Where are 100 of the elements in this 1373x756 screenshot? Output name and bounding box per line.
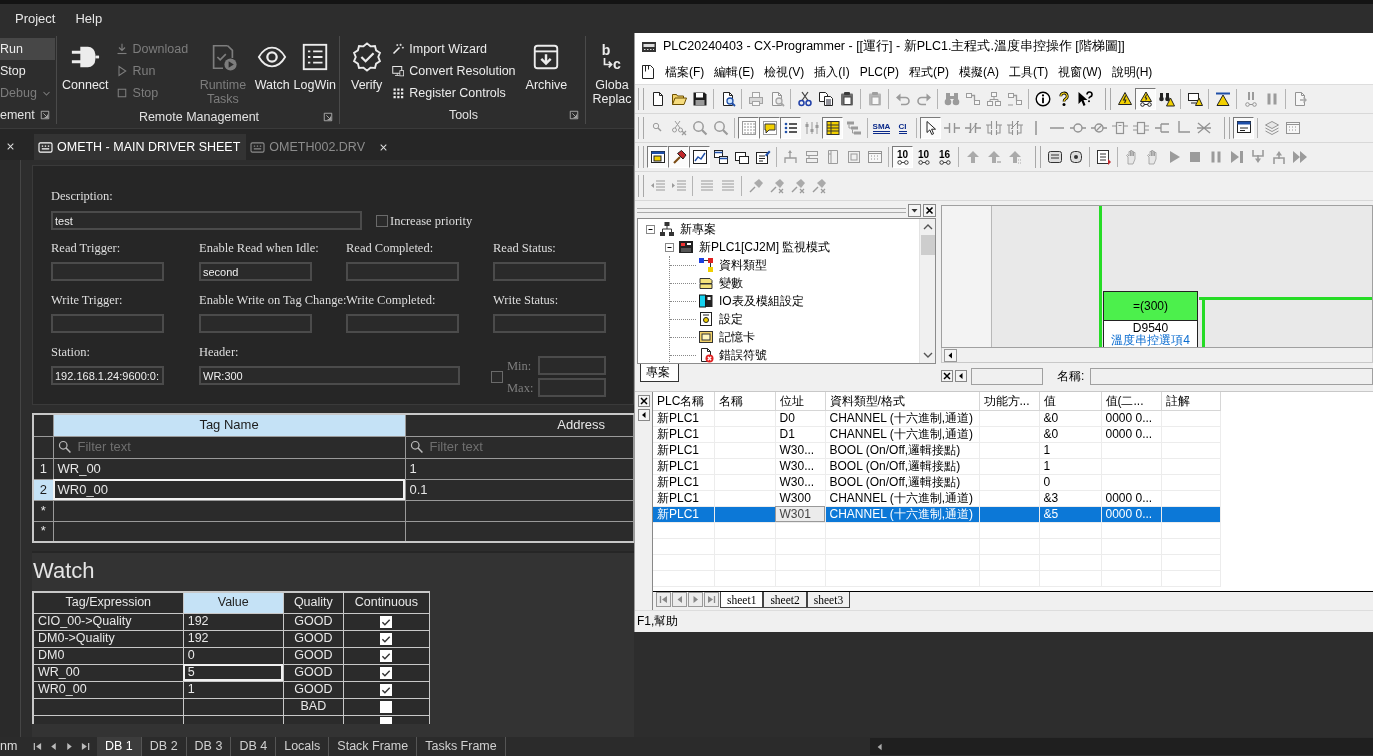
column-header[interactable]: 註解 (1161, 392, 1220, 410)
right-arrow-icon[interactable] (65, 742, 74, 751)
menu-item[interactable]: Project (5, 9, 66, 28)
close-icon[interactable] (637, 395, 650, 407)
table-cell[interactable]: 192 (183, 630, 284, 647)
text-field[interactable]: 192.168.1.24:9600:0: (51, 366, 164, 385)
warning-glasses-icon[interactable] (1135, 88, 1156, 110)
table-icon[interactable] (822, 117, 843, 139)
sheet-tab[interactable]: DB 1 (97, 737, 142, 756)
document-tab[interactable]: OMETH - MAIN DRIVER SHEET (34, 134, 247, 160)
chart-window-icon[interactable] (689, 146, 710, 168)
column-header[interactable]: 位址 (775, 392, 825, 410)
menu-item[interactable]: 檢視(V) (759, 64, 810, 80)
column-header[interactable]: Tag/Expression (33, 592, 184, 613)
menu-item[interactable]: 說明(H) (1106, 64, 1158, 80)
window-icon[interactable] (1233, 117, 1254, 139)
number-format-button[interactable]: 10 (892, 146, 913, 168)
column-header[interactable]: Quality (283, 592, 344, 613)
tree-item[interactable]: 資料類型 (719, 257, 767, 273)
column-header[interactable]: 資料類型/格式 (825, 392, 979, 410)
number-format-button[interactable]: 10 (913, 146, 934, 168)
first-arrow-icon[interactable] (33, 742, 42, 751)
text-field[interactable]: second (199, 262, 312, 281)
toolbar-grip[interactable] (1224, 117, 1230, 139)
panel-tab[interactable]: nm (0, 739, 33, 754)
ribbon-button[interactable]: Stop (0, 60, 55, 82)
ribbon-button[interactable]: b c Globa Replac (592, 38, 632, 108)
ribbon-button[interactable]: Import Wizard (388, 38, 520, 60)
table-row[interactable]: 新PLC1 W301 CHANNEL (十六進制,通道) &5 0000 0... (653, 506, 1220, 522)
close-icon[interactable] (923, 204, 936, 217)
close-icon[interactable] (941, 370, 953, 382)
left-arrow-icon[interactable] (876, 742, 884, 751)
toolbar-grip[interactable] (1035, 146, 1041, 168)
scroll-thumb[interactable] (920, 235, 935, 255)
sheet-tab[interactable]: Locals (276, 737, 330, 756)
text-field[interactable] (346, 262, 459, 281)
row-header[interactable]: 1 (33, 458, 53, 479)
filter-field[interactable]: Filter text (77, 439, 401, 455)
sheet-tab[interactable]: sheet1 (720, 592, 764, 608)
horizontal-scrollbar[interactable] (870, 738, 1373, 755)
column-header[interactable]: 功能方... (979, 392, 1039, 410)
pointer-icon[interactable] (920, 117, 941, 139)
column-header[interactable]: Tag Name (53, 414, 405, 436)
sheet-tab[interactable]: DB 2 (141, 737, 187, 756)
document-icon[interactable] (640, 64, 656, 80)
tree-item[interactable]: 錯誤符號 (719, 347, 767, 363)
sheet-tab[interactable]: Tasks Frame (417, 737, 506, 756)
menu-item[interactable]: Help (65, 9, 113, 28)
dot-grid-icon[interactable] (738, 117, 759, 139)
dialog-launcher-icon[interactable] (40, 110, 50, 120)
menu-item[interactable]: 程式(P) (904, 64, 954, 80)
text-field[interactable] (346, 314, 459, 333)
checkbox[interactable] (376, 214, 388, 227)
ribbon-button[interactable]: Register Controls (388, 82, 520, 104)
panel-grip[interactable] (637, 208, 906, 213)
panel-tab[interactable]: 專案 (640, 364, 679, 382)
dialog-launcher-icon[interactable] (323, 112, 333, 122)
column-header[interactable]: 值(二... (1101, 392, 1161, 410)
tree-item[interactable]: 新PLC1[CJ2M] 監視模式 (699, 239, 831, 255)
menu-item[interactable]: 視窗(W) (1053, 64, 1107, 80)
sheet-tab[interactable]: DB 3 (186, 737, 232, 756)
collapse-icon[interactable] (665, 242, 674, 252)
toolbar-grip[interactable] (638, 117, 644, 139)
tree-item[interactable]: 設定 (719, 311, 743, 327)
column-header[interactable]: Address (405, 414, 634, 436)
filter-cell[interactable]: Filter text (53, 436, 405, 458)
speech-bubble-icon[interactable] (759, 117, 780, 139)
toolbar-grip[interactable] (638, 88, 644, 110)
table-cell[interactable]: 1 (405, 458, 634, 479)
dialog-launcher-icon[interactable] (569, 110, 579, 120)
checkbox[interactable] (380, 717, 393, 724)
text-field[interactable] (971, 367, 1043, 385)
hammer-icon[interactable] (668, 146, 689, 168)
menu-item[interactable]: 編輯(E) (709, 64, 760, 80)
checkbox[interactable] (380, 666, 393, 679)
text-field[interactable] (493, 262, 606, 281)
column-header[interactable]: 名稱 (714, 392, 775, 410)
filter-field[interactable]: Filter text (429, 439, 629, 455)
table-row[interactable]: 新PLC1 W30... BOOL (On/Off,邏輯接點) 0 (653, 474, 1220, 490)
tree-item[interactable]: 記憶卡 (719, 329, 755, 345)
name-field[interactable] (1090, 367, 1373, 385)
text-field[interactable]: WR:300 (199, 366, 460, 385)
table-cell[interactable]: WR0_00 (53, 479, 405, 500)
column-header[interactable]: Continuous (343, 592, 430, 613)
window-icon[interactable] (647, 146, 668, 168)
collapse-icon[interactable] (646, 224, 655, 234)
menu-item[interactable]: 工具(T) (1004, 64, 1054, 80)
toolbar-grip[interactable] (638, 146, 644, 168)
ribbon-button[interactable]: Run (0, 38, 55, 60)
checkbox[interactable] (380, 649, 393, 662)
last-arrow-icon[interactable] (81, 742, 90, 751)
tree-item[interactable]: 變數 (719, 275, 743, 291)
text-field[interactable] (51, 262, 164, 281)
row-header[interactable]: 2 (33, 479, 53, 500)
text-field[interactable] (493, 314, 606, 333)
table-row[interactable]: 新PLC1 D1 CHANNEL (十六進制,通道) &0 0000 0... (653, 426, 1220, 442)
table-cell[interactable]: 192 (183, 613, 284, 630)
checkbox[interactable] (380, 700, 393, 713)
table-row[interactable]: 新PLC1 W300 CHANNEL (十六進制,通道) &3 0000 0... (653, 490, 1220, 506)
text-field[interactable] (51, 314, 164, 333)
